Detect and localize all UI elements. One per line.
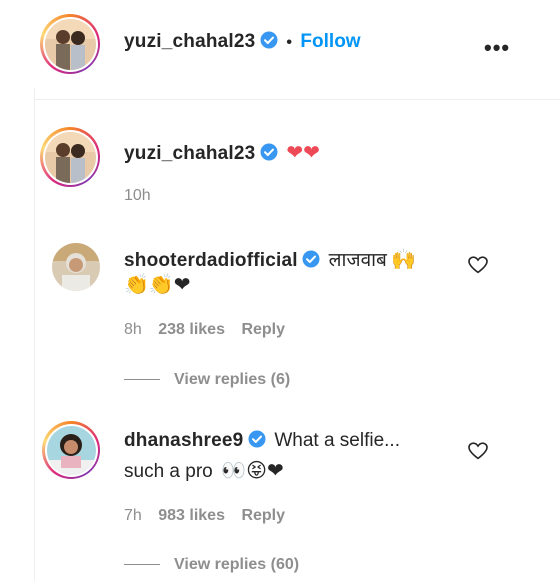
like-heart-icon[interactable]	[468, 256, 488, 274]
comment-username[interactable]: dhanashree9	[124, 430, 243, 451]
caption-emoji: ❤❤	[286, 142, 320, 164]
verified-badge-icon	[260, 31, 278, 49]
comment-likes[interactable]: 238 likes	[158, 321, 225, 338]
caption-avatar[interactable]	[40, 127, 100, 187]
profile-photo-icon	[44, 131, 96, 183]
replies-line	[124, 379, 160, 381]
replies-line	[124, 564, 160, 566]
comment-1-meta: 8h 238 likes Reply	[124, 321, 285, 339]
profile-photo-icon	[44, 18, 96, 70]
verified-badge-icon	[302, 250, 320, 268]
header-username[interactable]: yuzi_chahal23	[124, 31, 255, 52]
profile-photo-icon	[52, 243, 100, 291]
caption-username[interactable]: yuzi_chahal23	[124, 143, 255, 164]
view-replies[interactable]: View replies (6)	[124, 371, 290, 389]
comment-emoji-line2: 👏👏❤	[124, 274, 191, 296]
comment-2-line2: such a pro 👀😝❤	[124, 458, 284, 483]
more-options-icon[interactable]: •••	[484, 35, 510, 61]
reply-button[interactable]: Reply	[241, 321, 285, 338]
header-divider	[34, 99, 560, 100]
verified-badge-icon	[260, 143, 278, 161]
view-replies-label[interactable]: View replies (6)	[174, 371, 290, 388]
view-replies[interactable]: View replies (60)	[124, 556, 299, 574]
comment-text-line2: such a pro	[124, 461, 213, 482]
like-heart-icon[interactable]	[468, 442, 488, 460]
reply-button[interactable]: Reply	[241, 507, 285, 524]
comment-time[interactable]: 8h	[124, 321, 142, 338]
comment-text: लाजवाब	[328, 250, 387, 271]
comment-1-line1: shooterdadiofficial लाजवाब 🙌	[124, 246, 416, 272]
comment-avatar[interactable]	[42, 421, 100, 479]
comment-2-line1: dhanashree9 What a selfie...	[124, 430, 400, 452]
caption-time[interactable]: 10h	[124, 187, 151, 205]
caption-line: yuzi_chahal23 ❤❤	[124, 140, 320, 165]
post-header: yuzi_chahal23 • Follow •••	[0, 0, 560, 88]
comment-2-meta: 7h 983 likes Reply	[124, 507, 285, 525]
comment-emoji: 🙌	[391, 249, 417, 271]
left-divider	[34, 88, 35, 581]
comment-emoji: 👀😝❤	[221, 460, 284, 482]
comment-time[interactable]: 7h	[124, 507, 142, 524]
view-replies-label[interactable]: View replies (60)	[174, 556, 299, 573]
comment-username[interactable]: shooterdadiofficial	[124, 250, 298, 271]
separator-dot: •	[286, 34, 292, 51]
comment-likes[interactable]: 983 likes	[158, 507, 225, 524]
follow-button[interactable]: Follow	[300, 31, 360, 52]
comment-text: What a selfie...	[274, 430, 400, 451]
header-avatar[interactable]	[40, 14, 100, 74]
comment-avatar[interactable]	[52, 243, 100, 291]
profile-photo-icon	[46, 425, 96, 475]
verified-badge-icon	[248, 430, 266, 448]
